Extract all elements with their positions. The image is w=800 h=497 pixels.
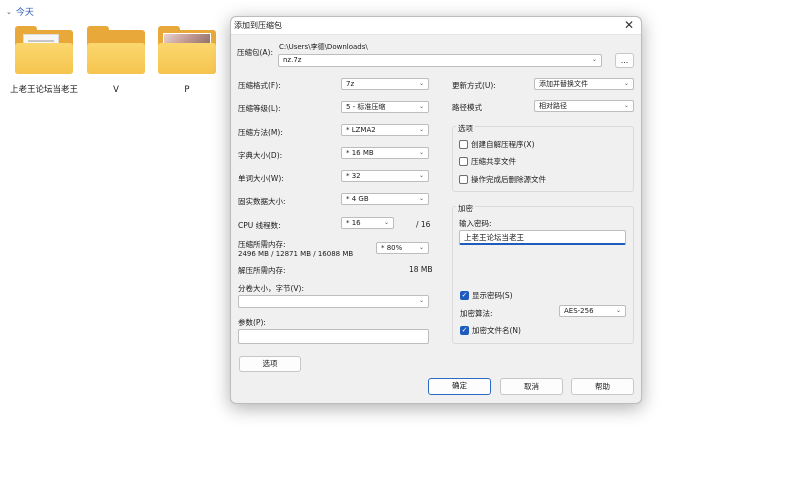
encrypt-names-label: 加密文件名(N)	[472, 326, 521, 335]
method-select[interactable]: * LZMA2 ⌄	[341, 124, 429, 136]
encryption-method-label: 加密算法:	[460, 309, 493, 318]
shared-files-label: 压缩共享文件	[471, 157, 516, 166]
mem-decompress-label: 解压所需内存:	[238, 266, 286, 275]
password-label: 输入密码:	[459, 219, 492, 228]
cpu-total: / 16	[416, 220, 431, 229]
check-icon: ✓	[460, 326, 469, 335]
mem-compress-detail: 2496 MB / 12871 MB / 16088 MB	[238, 250, 354, 258]
folder-icon	[87, 26, 145, 74]
dict-label: 字典大小(D):	[238, 151, 283, 160]
format-label: 压缩格式(F):	[238, 81, 281, 90]
dict-value: * 16 MB	[346, 149, 374, 157]
sfx-checkbox[interactable]: 创建自解压程序(X)	[459, 139, 535, 150]
folder-icon	[158, 26, 216, 74]
archive-label: 压缩包(A):	[237, 48, 274, 57]
chevron-down-icon: ⌄	[418, 172, 424, 179]
delete-after-label: 操作完成后删除源文件	[471, 175, 546, 184]
browse-button[interactable]: ...	[615, 53, 634, 68]
solid-select[interactable]: * 4 GB ⌄	[341, 193, 429, 205]
cpu-label: CPU 线程数:	[238, 221, 281, 230]
update-select[interactable]: 添加并替换文件 ⌄	[534, 78, 634, 90]
method-value: * LZMA2	[346, 126, 376, 134]
shared-files-checkbox[interactable]: 压缩共享文件	[459, 156, 516, 167]
options-button[interactable]: 选项	[239, 356, 301, 372]
mem-usage-select[interactable]: * 80% ⌄	[376, 242, 429, 254]
chevron-down-icon: ⌄	[418, 80, 424, 87]
chevron-down-icon: ⌄	[418, 126, 424, 133]
help-button[interactable]: 帮助	[571, 378, 634, 395]
sfx-label: 创建自解压程序(X)	[471, 140, 535, 149]
folder-item[interactable]: V	[78, 26, 154, 96]
level-label: 压缩等级(L):	[238, 104, 281, 113]
chevron-down-icon: ⌄	[615, 307, 621, 314]
word-label: 单词大小(W):	[238, 174, 284, 183]
delete-after-checkbox[interactable]: 操作完成后删除源文件	[459, 174, 546, 185]
password-input[interactable]: 上老王论坛当老王	[459, 230, 626, 245]
level-select[interactable]: 5 - 标准压缩 ⌄	[341, 101, 429, 113]
folder-name: V	[113, 85, 119, 95]
check-icon: ✓	[460, 291, 469, 300]
archive-filename-field[interactable]: nz.7z ⌄	[278, 54, 602, 67]
mem-decompress-value: 18 MB	[409, 265, 433, 274]
dialog-titlebar[interactable]: 添加到压缩包 ✕	[231, 17, 641, 35]
path-mode-value: 相对路径	[539, 102, 567, 110]
add-to-archive-dialog: 添加到压缩包 ✕ 压缩包(A): C:\Users\李德\Downloads\ …	[230, 16, 642, 404]
format-select[interactable]: 7z ⌄	[341, 78, 429, 90]
update-value: 添加并替换文件	[539, 80, 588, 88]
encryption-method-value: AES-256	[564, 307, 594, 315]
params-input[interactable]	[238, 329, 429, 344]
level-value: 5 - 标准压缩	[346, 103, 386, 111]
dialog-title: 添加到压缩包	[234, 21, 282, 30]
folder-name: 上老王论坛当老王	[10, 85, 79, 95]
cpu-select[interactable]: * 16 ⌄	[341, 217, 394, 229]
split-size-select[interactable]: ⌄	[238, 295, 429, 308]
checkbox-box	[459, 157, 468, 166]
folder-item[interactable]: 上老王论坛当老王	[6, 26, 82, 96]
solid-value: * 4 GB	[346, 195, 369, 203]
chevron-down-icon: ⌄	[418, 149, 424, 156]
word-select[interactable]: * 32 ⌄	[341, 170, 429, 182]
cancel-button[interactable]: 取消	[500, 378, 563, 395]
mem-usage-value: * 80%	[381, 244, 403, 252]
encrypt-names-checkbox[interactable]: ✓ 加密文件名(N)	[460, 325, 521, 336]
encryption-method-select[interactable]: AES-256 ⌄	[559, 305, 626, 317]
chevron-down-icon: ⌄	[623, 102, 629, 109]
mem-compress-label: 压缩所需内存:	[238, 240, 286, 249]
folder-icon	[15, 26, 73, 74]
params-label: 参数(P):	[238, 318, 266, 327]
ok-button[interactable]: 确定	[428, 378, 491, 395]
method-label: 压缩方法(M):	[238, 128, 283, 137]
chevron-down-icon: ⌄	[383, 219, 389, 226]
encryption-group-title: 加密	[456, 203, 475, 214]
cpu-value: * 16	[346, 219, 361, 227]
word-value: * 32	[346, 172, 361, 180]
chevron-down-icon: ⌄	[591, 56, 597, 63]
checkbox-box	[459, 140, 468, 149]
folder-name: P	[184, 85, 190, 95]
folder-item[interactable]: P	[149, 26, 225, 96]
update-label: 更新方式(U):	[452, 81, 496, 90]
group-header-today[interactable]: ⌄ 今天	[6, 5, 34, 19]
archive-filename-value: nz.7z	[283, 56, 302, 64]
dict-select[interactable]: * 16 MB ⌄	[341, 147, 429, 159]
solid-label: 固实数据大小:	[238, 197, 286, 206]
checkbox-box	[459, 175, 468, 184]
chevron-down-icon: ⌄	[623, 80, 629, 87]
path-mode-select[interactable]: 相对路径 ⌄	[534, 100, 634, 112]
group-label: 今天	[15, 8, 34, 18]
format-value: 7z	[346, 80, 355, 88]
archive-folder-path: C:\Users\李德\Downloads\	[279, 43, 368, 51]
chevron-down-icon: ⌄	[418, 244, 424, 251]
close-icon[interactable]: ✕	[624, 18, 634, 32]
split-label: 分卷大小，字节(V):	[238, 284, 305, 293]
chevron-down-icon: ⌄	[418, 297, 424, 304]
chevron-down-icon: ⌄	[6, 7, 12, 16]
show-password-label: 显示密码(S)	[472, 291, 513, 300]
chevron-down-icon: ⌄	[418, 195, 424, 202]
show-password-checkbox[interactable]: ✓ 显示密码(S)	[460, 290, 513, 301]
chevron-down-icon: ⌄	[418, 103, 424, 110]
options-group-title: 选项	[456, 123, 475, 134]
path-mode-label: 路径模式	[452, 103, 482, 112]
